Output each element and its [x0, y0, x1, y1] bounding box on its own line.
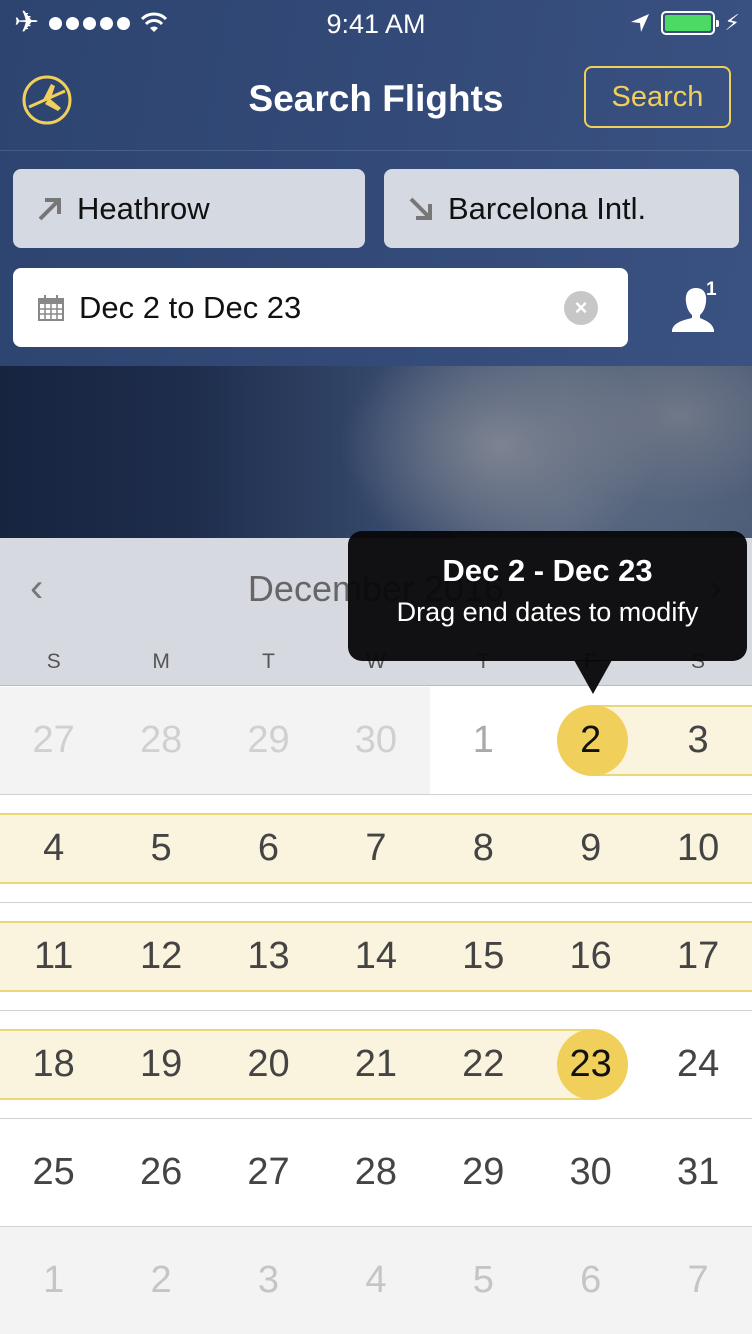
calendar-day: 28: [139, 719, 183, 761]
calendar-day[interactable]: 3: [644, 687, 751, 794]
calendar-day[interactable]: 22: [430, 1011, 537, 1118]
calendar-day[interactable]: 24: [644, 1011, 751, 1118]
calendar-day-selected-end[interactable]: 23: [537, 1011, 644, 1118]
calendar-week: 18 19 20 21 22 23 24: [0, 1011, 752, 1119]
destination-field[interactable]: Barcelona Intl.: [384, 169, 739, 248]
battery-icon: [660, 11, 719, 35]
calendar-day[interactable]: 5: [107, 795, 214, 902]
dates-field[interactable]: Dec 2 to Dec 23 ×: [13, 268, 628, 347]
nav-bar: Search Flights Search: [0, 60, 752, 140]
calendar-week: 25 26 27 28 29 30 31: [0, 1119, 752, 1227]
calendar-week: 27 28 29 30 1 2 3: [0, 687, 752, 795]
calendar-day[interactable]: 8: [430, 795, 537, 902]
calendar-day[interactable]: 10: [644, 795, 751, 902]
clear-dates-button[interactable]: ×: [564, 290, 598, 325]
calendar-day: 27: [32, 719, 75, 761]
calendar-day[interactable]: 20: [215, 1011, 322, 1118]
calendar-day: 29: [247, 719, 290, 761]
dates-value: Dec 2 to Dec 23: [79, 289, 302, 325]
background-image: [0, 366, 752, 538]
calendar-day[interactable]: 29: [430, 1119, 537, 1226]
calendar-day[interactable]: 17: [644, 903, 751, 1010]
calendar-day[interactable]: 28: [322, 1119, 429, 1226]
calendar-day: 1: [43, 1259, 65, 1301]
calendar-day[interactable]: 18: [0, 1011, 107, 1118]
travelers-count: 1: [706, 279, 717, 300]
location-arrow-icon: [630, 14, 649, 32]
calendar-day: 4: [365, 1259, 387, 1301]
calendar-day: 2: [150, 1259, 172, 1301]
calendar-day[interactable]: 27: [215, 1119, 322, 1226]
calendar-day-selected-start[interactable]: 2: [537, 687, 644, 794]
status-bar: ✈ 9:41 AM ⚡︎: [0, 0, 752, 46]
calendar-day[interactable]: 9: [537, 795, 644, 902]
origin-field[interactable]: Heathrow: [13, 169, 365, 248]
calendar-day: 7: [687, 1259, 709, 1301]
calendar-day[interactable]: 31: [644, 1119, 751, 1226]
weekday-label: M: [152, 650, 170, 673]
calendar-icon: [38, 294, 64, 321]
calendar-day[interactable]: 21: [322, 1011, 429, 1118]
destination-value: Barcelona Intl.: [448, 190, 647, 226]
calendar-day[interactable]: 12: [107, 903, 214, 1010]
tooltip-title: Dec 2 - Dec 23: [442, 553, 653, 588]
calendar-week: 4 5 6 7 8 9 10: [0, 795, 752, 903]
calendar-day[interactable]: 7: [322, 795, 429, 902]
calendar-day[interactable]: 13: [215, 903, 322, 1010]
calendar-day[interactable]: 6: [215, 795, 322, 902]
clear-icon: ×: [574, 294, 588, 320]
header-area: ✈ 9:41 AM ⚡︎ Search Flights Search Heath…: [0, 0, 752, 366]
calendar-day[interactable]: 14: [322, 903, 429, 1010]
calendar-week: 11 12 13 14 15 16 17: [0, 903, 752, 1011]
calendar-day[interactable]: 16: [537, 903, 644, 1010]
calendar-day[interactable]: 30: [537, 1119, 644, 1226]
weekday-label: T: [262, 650, 275, 673]
charging-bolt-icon: ⚡︎: [724, 10, 740, 35]
calendar-day[interactable]: 4: [0, 795, 107, 902]
origin-value: Heathrow: [77, 190, 210, 226]
calendar-day[interactable]: 1: [430, 687, 537, 794]
divider: [0, 150, 752, 151]
calendar-grid: 27 28 29 30 1 2 3 4 5 6 7 8 9 10 11 12 1…: [0, 687, 752, 1334]
calendar-day[interactable]: 15: [430, 903, 537, 1010]
calendar-day[interactable]: 25: [0, 1119, 107, 1226]
calendar-day: 30: [354, 719, 398, 761]
calendar-day[interactable]: 11: [0, 903, 107, 1010]
calendar-day[interactable]: 19: [107, 1011, 214, 1118]
tooltip-subtitle: Drag end dates to modify: [396, 597, 699, 627]
calendar-day: 6: [580, 1259, 602, 1301]
calendar-day[interactable]: 26: [107, 1119, 214, 1226]
calendar-day: 5: [472, 1259, 494, 1301]
takeoff-arrow-icon: [38, 197, 61, 220]
landing-arrow-icon: [409, 197, 432, 220]
search-button[interactable]: Search: [584, 66, 731, 128]
calendar-week: 1 2 3 4 5 6 7: [0, 1227, 752, 1334]
weekday-label: S: [46, 650, 61, 673]
travelers-button[interactable]: [666, 280, 726, 340]
range-tooltip: Dec 2 - Dec 23 Drag end dates to modify: [348, 531, 747, 694]
calendar-day: 3: [257, 1259, 280, 1301]
